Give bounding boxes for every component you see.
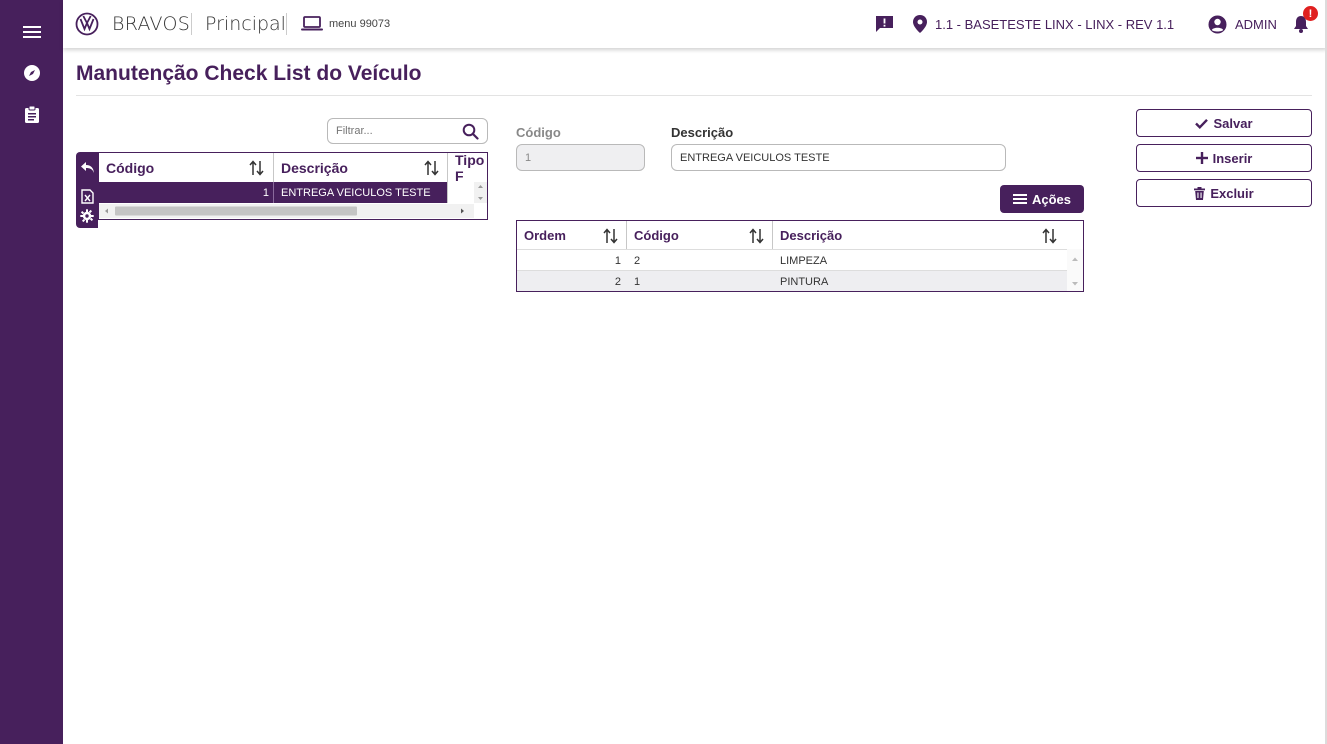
notification-badge: ! (1303, 6, 1318, 21)
top-bar: BRAVOS Principal menu 99073 1.1 - BASETE… (63, 0, 1327, 48)
vertical-scrollbar[interactable] (1067, 249, 1083, 291)
descricao-field[interactable]: ENTREGA VEICULOS TESTE (671, 144, 1006, 171)
cell-descricao: LIMPEZA (780, 254, 828, 267)
cell-descricao: ENTREGA VEICULOS TESTE (281, 186, 431, 199)
cell-ordem: 2 (614, 275, 621, 288)
delete-button[interactable]: Excluir (1136, 179, 1312, 207)
page-title: Manutenção Check List do Veículo (76, 62, 422, 85)
brand-name: BRAVOS (112, 13, 191, 35)
undo-icon[interactable] (79, 159, 95, 175)
menu-label: menu 99073 (329, 18, 391, 30)
table-row[interactable]: 1 2 LIMPEZA (517, 249, 1067, 270)
sort-icon[interactable] (749, 228, 764, 249)
user-name: ADMIN (1235, 16, 1277, 32)
column-header-tipo[interactable]: Tipo F (455, 153, 487, 184)
codigo-label: Código (516, 125, 561, 140)
compass-icon[interactable] (21, 62, 42, 83)
laptop-icon (301, 16, 323, 31)
menu-indicator[interactable]: menu 99073 (301, 0, 390, 48)
plus-icon (1195, 152, 1208, 164)
sort-icon[interactable] (1042, 228, 1057, 249)
grid-toolbar (76, 152, 98, 228)
cell-codigo: 2 (634, 254, 641, 267)
section-title: Principal (205, 13, 286, 35)
table-row[interactable]: 2 1 PINTURA (517, 270, 1067, 291)
cell-ordem: 1 (614, 254, 621, 267)
delete-label: Excluir (1210, 185, 1254, 201)
save-label: Salvar (1213, 115, 1253, 131)
sort-icon[interactable] (249, 160, 264, 181)
column-divider (447, 153, 448, 203)
table-row[interactable]: 1 ENTREGA VEICULOS TESTE (99, 182, 447, 203)
vertical-scrollbar[interactable] (474, 182, 487, 203)
sort-icon[interactable] (603, 228, 618, 249)
codigo-field: 1 (516, 144, 645, 171)
separator (286, 13, 287, 35)
settings-icon[interactable] (79, 208, 95, 224)
sidebar (0, 0, 63, 744)
trash-icon (1194, 186, 1206, 200)
clipboard-icon[interactable] (21, 104, 42, 125)
excel-export-icon[interactable] (79, 188, 95, 204)
search-icon[interactable] (462, 123, 479, 145)
column-header-descricao[interactable]: Descrição (780, 221, 842, 249)
acoes-label: Ações (1031, 191, 1072, 207)
location-pin-icon (913, 15, 927, 33)
filter-input[interactable] (336, 125, 461, 137)
insert-button[interactable]: Inserir (1136, 144, 1312, 172)
location-selector[interactable]: 1.1 - BASETESTE LINX - LINX - REV 1.1 (913, 0, 1174, 48)
divider (76, 95, 1312, 96)
column-header-descricao[interactable]: Descrição (281, 153, 348, 182)
sort-icon[interactable] (424, 160, 439, 181)
list-icon (1012, 194, 1027, 204)
column-divider (273, 182, 274, 203)
checklist-grid: Código Descrição Tipo F 1 ENTREGA VEICUL… (98, 152, 488, 220)
filter-box (327, 118, 488, 144)
menu-icon[interactable] (21, 21, 42, 42)
items-grid: Ordem Código Descrição 1 2 LIMPEZA 2 1 P… (516, 220, 1084, 292)
feedback-icon[interactable] (875, 0, 894, 48)
column-header-codigo[interactable]: Código (106, 153, 154, 182)
insert-label: Inserir (1212, 150, 1253, 166)
descricao-label: Descrição (671, 125, 734, 140)
user-avatar-icon (1208, 15, 1227, 33)
column-header-ordem[interactable]: Ordem (524, 221, 566, 249)
separator (191, 13, 192, 35)
vw-logo-icon (75, 0, 99, 48)
acoes-button[interactable]: Ações (1000, 185, 1084, 213)
column-header-codigo[interactable]: Código (634, 221, 679, 249)
cell-codigo: 1 (634, 275, 641, 288)
location-text: 1.1 - BASETESTE LINX - LINX - REV 1.1 (935, 16, 1175, 32)
save-button[interactable]: Salvar (1136, 109, 1312, 137)
cell-codigo: 1 (262, 186, 269, 199)
horizontal-scrollbar[interactable] (99, 204, 474, 218)
cell-descricao: PINTURA (780, 275, 829, 288)
user-menu[interactable]: ADMIN (1208, 0, 1277, 48)
check-icon (1195, 118, 1209, 129)
